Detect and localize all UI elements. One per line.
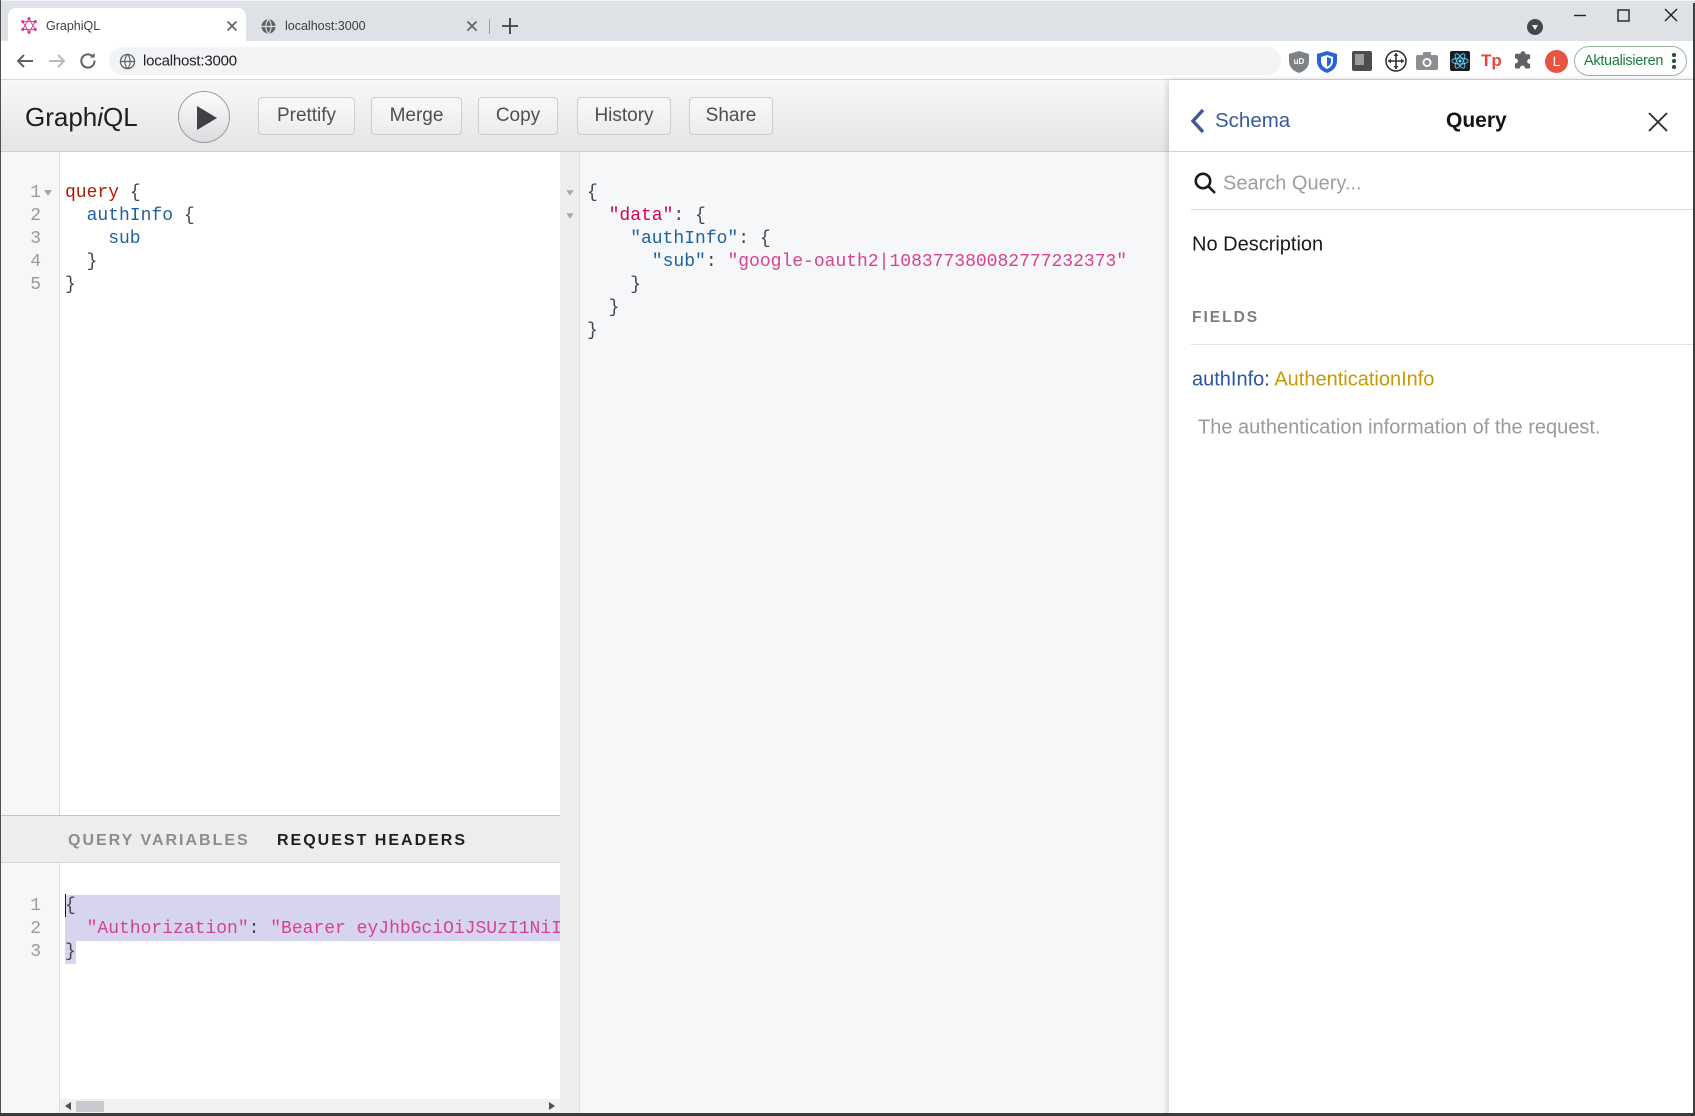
svg-text:uD: uD — [1294, 57, 1305, 66]
